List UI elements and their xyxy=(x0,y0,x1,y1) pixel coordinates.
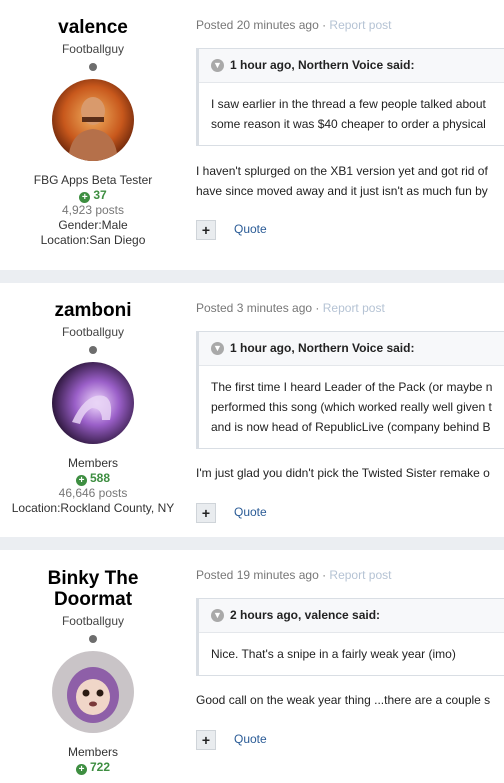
multiquote-plus-button[interactable]: + xyxy=(196,730,216,750)
reputation-badge: +588 xyxy=(0,471,186,486)
author-name[interactable]: zamboni xyxy=(0,300,186,321)
post-binky-the-doormat: Binky The Doormat Footballguy Members +7… xyxy=(0,550,504,783)
quote-header[interactable]: ▼ 1 hour ago, Northern Voice said: xyxy=(199,49,504,83)
report-post-link[interactable]: Report post xyxy=(329,18,391,32)
quote-block: ▼ 1 hour ago, Northern Voice said: I saw … xyxy=(196,48,504,146)
author-group: FBG Apps Beta Tester xyxy=(33,173,153,187)
report-post-link[interactable]: Report post xyxy=(323,301,385,315)
post-info: Posted 3 minutes ago · Report post xyxy=(196,301,385,315)
quote-header[interactable]: ▼ 1 hour ago, Northern Voice said: xyxy=(199,332,504,366)
post-timestamp[interactable]: Posted 19 minutes ago xyxy=(196,568,319,582)
quote-block: ▼ 2 hours ago, valence said: Nice. That's… xyxy=(196,598,504,676)
chevron-down-icon[interactable]: ▼ xyxy=(211,609,224,623)
quote-body: The first time I heard Leader of the Pac… xyxy=(211,380,493,434)
post-count: 46,646 posts xyxy=(58,486,128,500)
author-title: Footballguy xyxy=(61,325,125,339)
chevron-down-icon[interactable]: ▼ xyxy=(211,342,224,356)
author-group: Members xyxy=(67,456,118,470)
plus-icon: + xyxy=(79,192,91,203)
post-timestamp[interactable]: Posted 3 minutes ago xyxy=(196,301,312,315)
avatar[interactable] xyxy=(52,651,134,733)
author-location: Location:Rockland County, NY xyxy=(11,501,175,515)
author-group: Members xyxy=(67,745,118,759)
post-count: 4,923 posts xyxy=(61,203,125,217)
report-post-link[interactable]: Report post xyxy=(329,568,391,582)
quote-button[interactable]: Quote xyxy=(234,505,267,519)
quote-block: ▼ 1 hour ago, Northern Voice said: The fi… xyxy=(196,331,504,449)
reputation-badge: +722 xyxy=(0,760,186,775)
author-name[interactable]: valence xyxy=(0,17,186,38)
post-info: Posted 20 minutes ago · Report post xyxy=(196,18,392,32)
avatar[interactable] xyxy=(52,362,134,444)
chevron-down-icon[interactable]: ▼ xyxy=(211,59,224,73)
multiquote-plus-button[interactable]: + xyxy=(196,503,216,523)
quote-button[interactable]: Quote xyxy=(234,732,267,746)
multiquote-plus-button[interactable]: + xyxy=(196,220,216,240)
online-status-dot xyxy=(89,346,97,354)
online-status-dot xyxy=(89,63,97,71)
post-info: Posted 19 minutes ago · Report post xyxy=(196,568,392,582)
quote-header[interactable]: ▼ 2 hours ago, valence said: xyxy=(199,599,504,633)
author-panel: Binky The Doormat Footballguy Members +7… xyxy=(0,568,186,775)
quote-body: Nice. That's a snipe in a fairly weak ye… xyxy=(211,647,456,661)
post-zamboni: zamboni Footballguy Members +588 46,646 … xyxy=(0,283,504,537)
author-location: Location:San Diego xyxy=(40,233,146,247)
quote-body: I saw earlier in the thread a few people… xyxy=(211,97,486,131)
author-name[interactable]: Binky The Doormat xyxy=(0,568,186,610)
quote-button[interactable]: Quote xyxy=(234,222,267,236)
post-timestamp[interactable]: Posted 20 minutes ago xyxy=(196,18,319,32)
author-title: Footballguy xyxy=(61,614,125,628)
reputation-badge: +37 xyxy=(0,188,186,203)
avatar[interactable] xyxy=(52,79,134,161)
author-panel: zamboni Footballguy Members +588 46,646 … xyxy=(0,300,186,516)
plus-icon: + xyxy=(75,475,87,486)
online-status-dot xyxy=(89,635,97,643)
post-body: I haven't splurged on the XB1 version ye… xyxy=(196,164,488,198)
plus-icon: + xyxy=(75,764,87,775)
author-panel: valence Footballguy FBG Apps Beta Tester… xyxy=(0,17,186,248)
author-gender: Gender:Male xyxy=(58,218,128,232)
author-title: Footballguy xyxy=(61,42,125,56)
post-body: Good call on the weak year thing ...ther… xyxy=(196,693,491,707)
post-body: I'm just glad you didn't pick the Twiste… xyxy=(196,466,490,480)
post-valence: valence Footballguy FBG Apps Beta Tester… xyxy=(0,0,504,270)
